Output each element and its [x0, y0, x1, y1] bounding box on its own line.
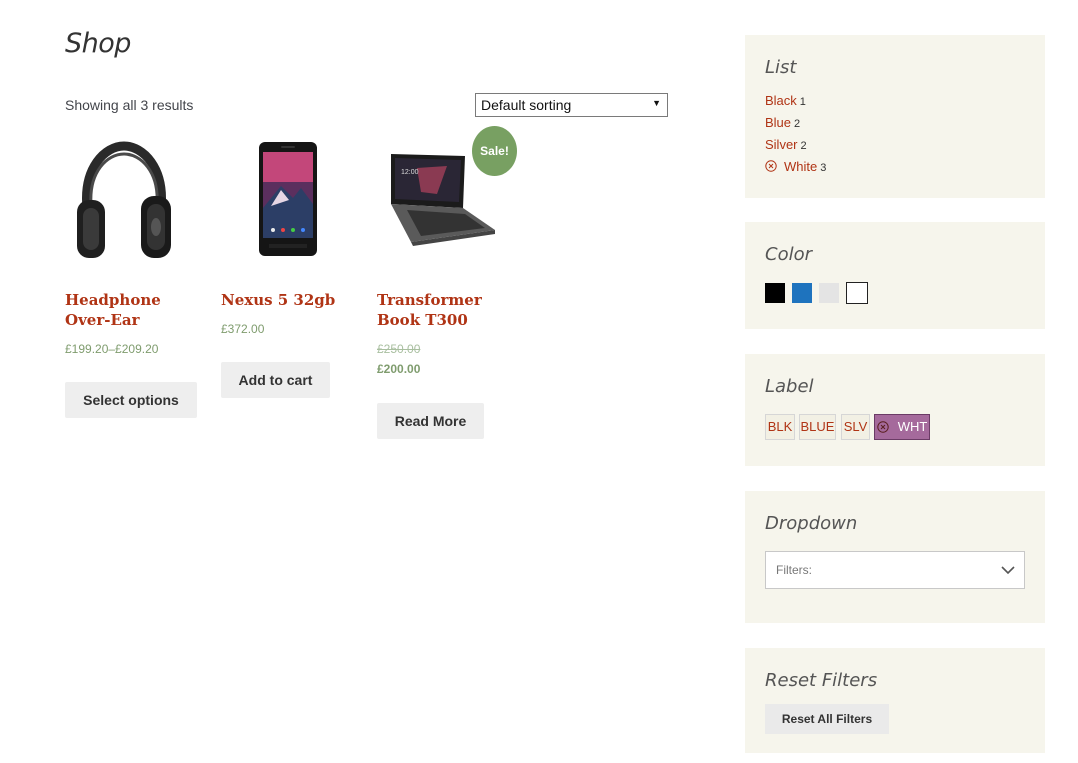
product-price-old: £250.00 [377, 342, 421, 356]
svg-text:12:00: 12:00 [401, 169, 419, 176]
label-chip-slv[interactable]: SLV [841, 414, 870, 440]
dropdown-filter-widget: Dropdown Filters: [745, 491, 1045, 623]
label-chip-blk[interactable]: BLK [765, 414, 795, 440]
chevron-down-icon [1001, 566, 1015, 575]
filter-item-blue[interactable]: Blue 2 [765, 115, 800, 130]
product-image-headphones[interactable] [65, 138, 183, 262]
remove-circle-icon [876, 421, 889, 433]
filter-item-count: 1 [799, 96, 806, 108]
filter-item-label: Blue [765, 115, 792, 130]
label-chip-wht[interactable]: WHT [874, 414, 930, 440]
color-filter-widget: Color [745, 222, 1045, 329]
label-chip-blue[interactable]: BLUE [799, 414, 836, 440]
product-price-sale: £200.00 [377, 362, 421, 376]
widget-title: Dropdown [765, 513, 858, 534]
product-price: £199.20–£209.20 [65, 342, 159, 356]
widget-title: Label [765, 376, 814, 397]
label-chip-text: WHT [897, 419, 928, 434]
filter-item-label: Black [765, 93, 797, 108]
dropdown-placeholder: Filters: [776, 563, 812, 577]
filter-item-silver[interactable]: Silver 2 [765, 137, 807, 152]
read-more-button[interactable]: Read More [377, 403, 484, 439]
list-filter-widget: List Black 1 Blue 2 Silver 2 White 3 [745, 35, 1045, 198]
page-title: Shop [65, 28, 131, 59]
product-price: £372.00 [221, 322, 265, 336]
add-to-cart-button[interactable]: Add to cart [221, 362, 330, 398]
filter-item-white[interactable]: White 3 [765, 159, 826, 174]
product-title[interactable]: Transformer Book T300 [377, 290, 507, 330]
main-content: Shop Showing all 3 results Default sorti… [65, 0, 668, 763]
filter-item-count: 2 [794, 118, 801, 130]
filter-item-label: Silver [765, 137, 798, 152]
swatch-black[interactable] [765, 283, 785, 303]
product-title[interactable]: Nexus 5 32gb [221, 290, 351, 310]
widget-title: Color [765, 244, 812, 265]
swatch-blue[interactable] [792, 283, 812, 303]
product-image-nexus[interactable] [221, 138, 339, 262]
label-filter-widget: Label BLK BLUE SLV WHT [745, 354, 1045, 466]
result-count: Showing all 3 results [65, 97, 194, 113]
filter-item-black[interactable]: Black 1 [765, 93, 806, 108]
filter-item-count: 2 [800, 140, 807, 152]
filter-item-count: 3 [820, 162, 827, 174]
widget-title: List [765, 57, 797, 78]
filter-item-label: White [784, 159, 818, 174]
sort-select[interactable]: Default sorting ▼ [475, 93, 668, 117]
widget-title: Reset Filters [765, 670, 878, 691]
remove-circle-icon [765, 160, 777, 172]
product-title[interactable]: Headphone Over-Ear [65, 290, 195, 330]
swatch-white[interactable] [846, 282, 868, 304]
sale-badge: Sale! [472, 126, 517, 176]
filters-dropdown[interactable]: Filters: [765, 551, 1025, 589]
sort-select-value: Default sorting [481, 97, 572, 113]
caret-down-icon: ▼ [652, 98, 661, 108]
phone-image [259, 142, 317, 256]
headphones-image [77, 141, 171, 258]
select-options-button[interactable]: Select options [65, 382, 197, 418]
reset-all-filters-button[interactable]: Reset All Filters [765, 704, 889, 734]
swatch-silver[interactable] [819, 283, 839, 303]
reset-filters-widget: Reset Filters Reset All Filters [745, 648, 1045, 753]
